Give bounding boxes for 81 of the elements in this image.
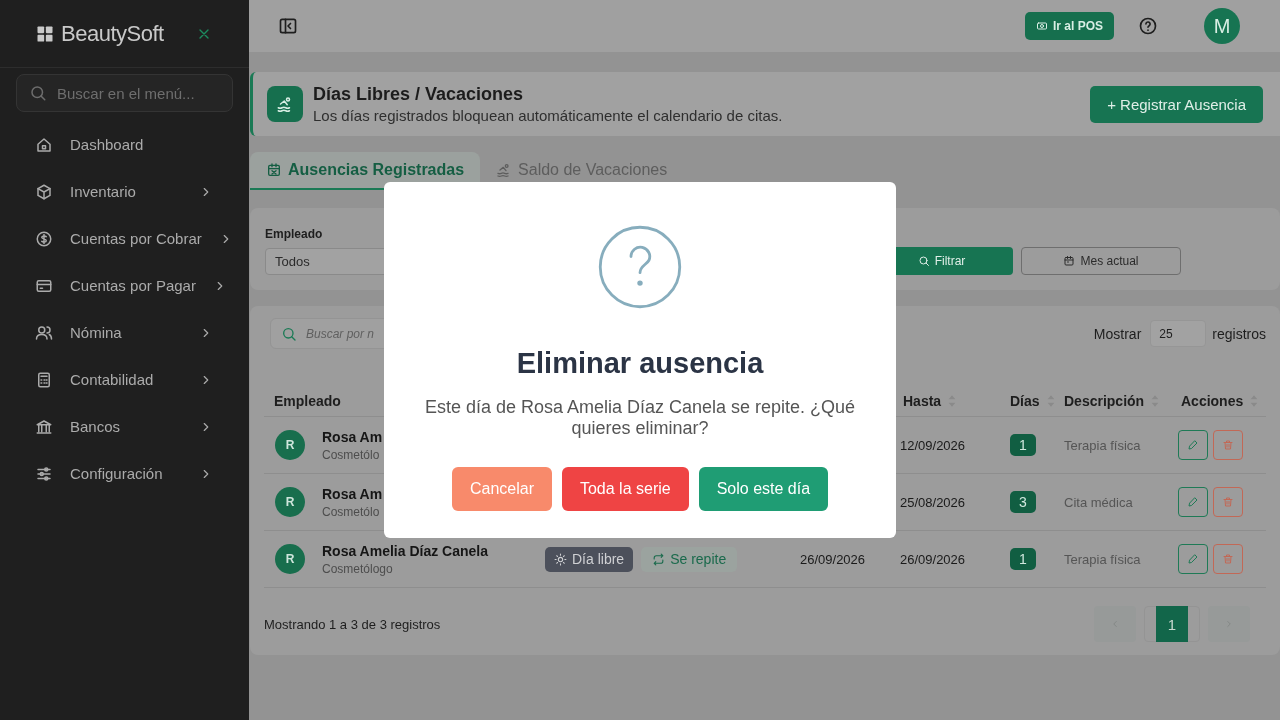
employee-role: Cosmetólogo bbox=[322, 561, 394, 576]
employee-name: Rosa Amelia Díaz Canela bbox=[322, 542, 488, 559]
pencil-icon bbox=[1187, 439, 1199, 451]
bank-icon bbox=[35, 417, 53, 436]
table-cell: 26/09/2026 bbox=[900, 551, 966, 567]
column-header[interactable]: Empleado bbox=[274, 392, 341, 409]
edit-button[interactable] bbox=[1178, 544, 1208, 574]
days-count: 1 bbox=[1010, 548, 1036, 570]
sidebar-item[interactable]: Configuración bbox=[0, 450, 249, 497]
sidebar-item[interactable]: Nómina bbox=[0, 309, 249, 356]
search-icon bbox=[281, 325, 297, 342]
show-label: Mostrar bbox=[1093, 325, 1142, 342]
calendar-off-icon bbox=[266, 162, 282, 178]
sliders-icon bbox=[35, 464, 53, 483]
pencil-icon bbox=[1187, 496, 1199, 508]
table-cell: Terapia física bbox=[1064, 551, 1141, 567]
trash-icon bbox=[1222, 553, 1234, 565]
trash-icon bbox=[1222, 439, 1234, 451]
sidebar-item[interactable]: Contabilidad bbox=[0, 356, 249, 403]
dialog-title: Eliminar ausencia bbox=[516, 346, 764, 380]
employee-role: Cosmetólo bbox=[322, 504, 381, 519]
table-cell: Terapia física bbox=[1064, 437, 1141, 453]
swimmer-icon bbox=[267, 86, 303, 122]
sun-icon bbox=[554, 552, 567, 566]
delete-button[interactable] bbox=[1213, 487, 1243, 517]
user-avatar[interactable]: M bbox=[1204, 8, 1240, 44]
employee-name: Rosa Am bbox=[322, 485, 383, 502]
days-count: 1 bbox=[1010, 434, 1036, 456]
dialog-message: Este día de Rosa Amelia Díaz Canela se repite. ¿Qué quieres eliminar? bbox=[423, 397, 857, 439]
delete-day-button[interactable]: Solo este día bbox=[698, 467, 829, 511]
brand-name: BeautySoft bbox=[61, 20, 164, 47]
help-icon[interactable] bbox=[1138, 16, 1158, 36]
delete-button[interactable] bbox=[1213, 544, 1243, 574]
column-header[interactable]: Días bbox=[1010, 392, 1040, 409]
users-icon bbox=[35, 323, 53, 342]
calculator-icon bbox=[35, 370, 53, 389]
dollar-icon bbox=[35, 229, 53, 248]
home-icon bbox=[35, 135, 53, 154]
page-button[interactable]: 1 bbox=[1156, 606, 1188, 642]
table-cell: 26/09/2026 bbox=[800, 551, 866, 567]
calendar-icon bbox=[1063, 255, 1076, 267]
page-title: Días Libres / Vacaciones bbox=[313, 84, 525, 105]
page-subtitle: Los días registrados bloquean automáticamente el calendario de citas. bbox=[313, 107, 784, 124]
current-month-button[interactable]: Mes actual bbox=[1021, 247, 1181, 275]
records-summary: Mostrando 1 a 3 de 3 registros bbox=[264, 616, 442, 632]
column-header[interactable]: Descripción bbox=[1064, 392, 1145, 409]
edit-button[interactable] bbox=[1178, 430, 1208, 460]
sidebar-item[interactable]: Inventario bbox=[0, 168, 249, 215]
delete-button[interactable] bbox=[1213, 430, 1243, 460]
avatar: R bbox=[275, 430, 305, 460]
box-icon bbox=[35, 182, 53, 201]
pencil-icon bbox=[1187, 553, 1199, 565]
camera-icon bbox=[1035, 20, 1048, 32]
avatar: R bbox=[275, 544, 305, 574]
column-header[interactable]: Hasta bbox=[903, 392, 942, 409]
sidebar-item[interactable]: Cuentas por Cobrar bbox=[0, 215, 249, 262]
column-header[interactable]: Acciones bbox=[1181, 392, 1244, 409]
table-cell: 25/08/2026 bbox=[900, 494, 966, 510]
delete-series-button[interactable]: Toda la serie bbox=[561, 467, 689, 511]
records-label: registros bbox=[1212, 325, 1266, 342]
trash-icon bbox=[1222, 496, 1234, 508]
repeat-icon bbox=[652, 552, 666, 566]
employee-role: Cosmetólo bbox=[322, 447, 381, 462]
sidebar-item[interactable]: Dashboard bbox=[0, 121, 249, 168]
employee-name: Rosa Am bbox=[322, 428, 383, 445]
sidebar-item[interactable]: Cuentas por Pagar bbox=[0, 262, 249, 309]
sidebar-item[interactable]: Bancos bbox=[0, 403, 249, 450]
edit-button[interactable] bbox=[1178, 487, 1208, 517]
table-cell: 12/09/2026 bbox=[900, 437, 966, 453]
search-icon bbox=[29, 84, 47, 102]
register-absence-button[interactable]: + Registrar Ausencia bbox=[1090, 85, 1263, 123]
repeat-badge: Se repite bbox=[641, 546, 738, 572]
page-size-select[interactable]: 25 bbox=[1150, 320, 1207, 347]
avatar: R bbox=[275, 487, 305, 517]
pos-button[interactable]: Ir al POS bbox=[1024, 12, 1114, 40]
panel-toggle-icon[interactable] bbox=[278, 16, 298, 36]
search-icon bbox=[917, 255, 930, 267]
field-label: Empleado bbox=[265, 227, 324, 241]
type-badge: Día libre bbox=[545, 546, 634, 572]
days-count: 3 bbox=[1010, 491, 1036, 513]
table-cell: Cita médica bbox=[1064, 494, 1133, 510]
